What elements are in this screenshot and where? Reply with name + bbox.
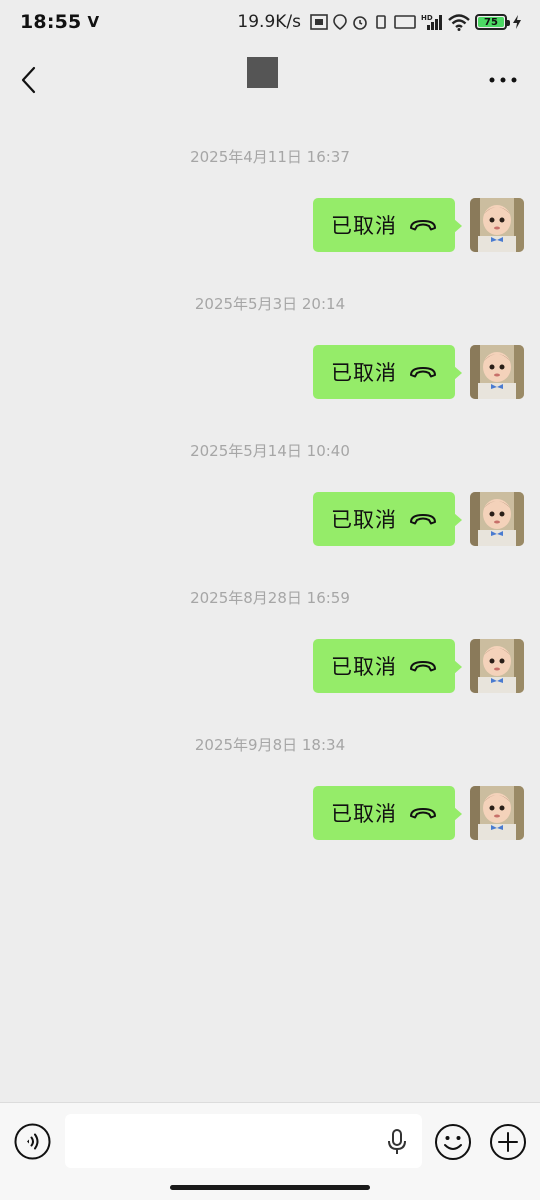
bubble-text: 已取消 [331, 214, 397, 238]
baby-avatar-image [470, 786, 524, 840]
svg-text:HD: HD [421, 14, 433, 22]
message-row: 已取消 [313, 198, 524, 252]
sim-icon [310, 14, 328, 30]
nfc-icon [394, 14, 416, 30]
hang-up-phone-icon [409, 659, 437, 673]
message-row: 已取消 [313, 786, 524, 840]
battery-level: 75 [478, 17, 504, 28]
my-avatar[interactable] [470, 198, 524, 252]
voice-mode-button[interactable] [14, 1123, 51, 1160]
message-timestamp: 2025年5月14日 10:40 [190, 442, 350, 460]
wifi-icon [448, 13, 470, 31]
message-row: 已取消 [313, 345, 524, 399]
bubble-text: 已取消 [331, 361, 397, 385]
network-speed: 19.9K/s [237, 12, 301, 32]
call-cancelled-bubble[interactable]: 已取消 [313, 345, 462, 399]
message-row: 已取消 [313, 492, 524, 546]
voice-icon [14, 1123, 51, 1160]
message-block: 2025年5月3日 20:14 已取消 [0, 279, 540, 426]
my-avatar[interactable] [470, 786, 524, 840]
my-avatar[interactable] [470, 639, 524, 693]
hang-up-phone-icon [409, 512, 437, 526]
vibrate-icon [373, 14, 389, 30]
baby-avatar-image [470, 198, 524, 252]
mic-icon [388, 1129, 406, 1154]
message-row: 已取消 [313, 639, 524, 693]
chevron-left-icon [21, 66, 36, 94]
message-timestamp: 2025年5月3日 20:14 [194, 295, 346, 313]
more-functions-button[interactable] [489, 1123, 527, 1161]
call-cancelled-bubble[interactable]: 已取消 [313, 198, 462, 252]
call-cancelled-bubble[interactable]: 已取消 [313, 786, 462, 840]
hang-up-phone-icon [409, 806, 437, 820]
hang-up-phone-icon [409, 365, 437, 379]
call-cancelled-bubble[interactable]: 已取消 [313, 492, 462, 546]
location-icon [333, 14, 347, 30]
contact-name-redacted [247, 57, 278, 88]
call-cancelled-bubble[interactable]: 已取消 [313, 639, 462, 693]
baby-avatar-image [470, 345, 524, 399]
alarm-icon [352, 14, 368, 30]
bubble-text: 已取消 [331, 508, 397, 532]
charging-icon [512, 14, 522, 30]
status-time: 18:55 [20, 11, 82, 33]
home-indicator[interactable] [170, 1185, 370, 1190]
message-block: 2025年8月28日 16:59 已取消 [0, 573, 540, 720]
my-avatar[interactable] [470, 345, 524, 399]
message-block: 2025年9月8日 18:34 已取消 [0, 720, 540, 867]
message-timestamp: 2025年9月8日 18:34 [194, 736, 346, 754]
mic-button[interactable] [386, 1129, 408, 1155]
message-block: 2025年4月11日 16:37 已取消 [0, 132, 540, 279]
status-bar: 18:55 V 19.9K/s HD 75 [0, 0, 540, 44]
message-list: 2025年4月11日 16:37 已取消 2025年5月3日 20:14 已取消… [0, 132, 540, 867]
back-button[interactable] [14, 64, 46, 96]
emoji-button[interactable] [434, 1123, 472, 1161]
status-right: 19.9K/s HD 75 [237, 12, 522, 32]
message-block: 2025年5月14日 10:40 已取消 [0, 426, 540, 573]
baby-avatar-image [470, 639, 524, 693]
bubble-text: 已取消 [331, 802, 397, 826]
hang-up-phone-icon [409, 218, 437, 232]
message-timestamp: 2025年8月28日 16:59 [190, 589, 350, 607]
message-timestamp: 2025年4月11日 16:37 [190, 148, 350, 166]
message-input[interactable] [65, 1114, 422, 1168]
signal-icon: HD [421, 13, 443, 31]
more-dots-icon [489, 77, 517, 83]
battery-icon: 75 [475, 14, 510, 30]
emoji-icon [435, 1124, 471, 1160]
baby-avatar-image [470, 492, 524, 546]
plus-icon [490, 1124, 526, 1160]
status-carrier-mark: V [87, 13, 100, 31]
bubble-text: 已取消 [331, 655, 397, 679]
chat-header [0, 44, 540, 116]
my-avatar[interactable] [470, 492, 524, 546]
more-options-button[interactable] [488, 68, 518, 92]
